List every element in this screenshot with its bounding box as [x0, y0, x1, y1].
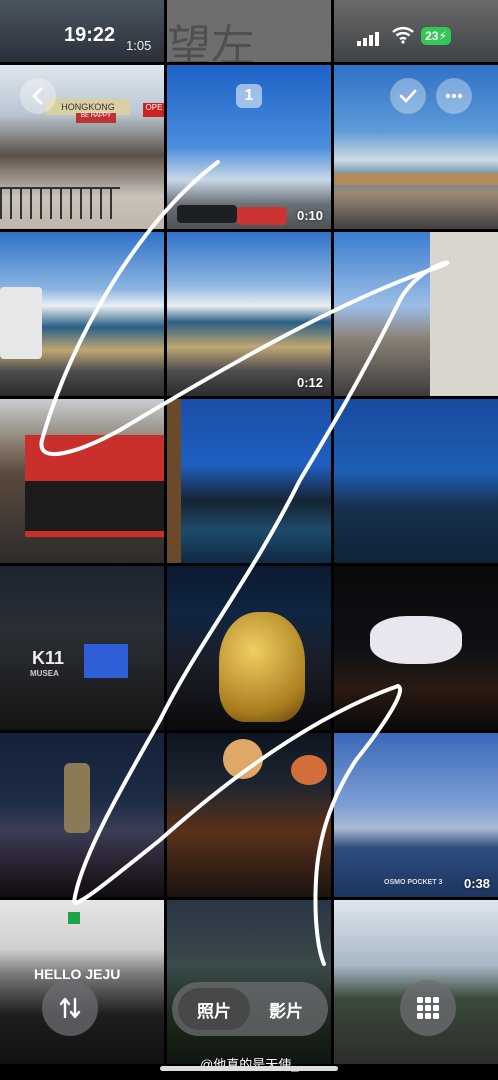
more-button[interactable] — [436, 78, 472, 114]
segment-videos[interactable]: 影片 — [250, 997, 322, 1022]
grid-view-button[interactable] — [400, 980, 456, 1036]
select-button[interactable] — [390, 78, 426, 114]
wifi-icon — [392, 27, 414, 44]
hand-drawn-scribble — [39, 160, 450, 966]
segment-photos[interactable]: 照片 — [178, 997, 250, 1022]
battery-level: 23 — [425, 29, 439, 43]
chevron-left-icon — [32, 87, 43, 105]
signal-icon — [357, 32, 379, 46]
status-sub-time: 1:05 — [126, 38, 152, 53]
checkmark-icon — [399, 89, 417, 104]
grid-icon — [417, 997, 439, 1019]
battery-indicator: 23⚡ — [421, 27, 451, 45]
sort-button[interactable] — [42, 980, 98, 1036]
back-button[interactable] — [20, 78, 56, 114]
ellipsis-icon — [445, 93, 463, 99]
selection-count-badge: 1 — [236, 84, 262, 108]
home-indicator[interactable] — [160, 1066, 338, 1071]
photos-videos-segmented-control: 照片 影片 — [172, 982, 328, 1036]
status-bar: 19:22 1:05 23⚡ — [0, 0, 498, 62]
arrow-up-down-icon — [59, 997, 81, 1019]
status-time: 19:22 — [64, 24, 116, 46]
